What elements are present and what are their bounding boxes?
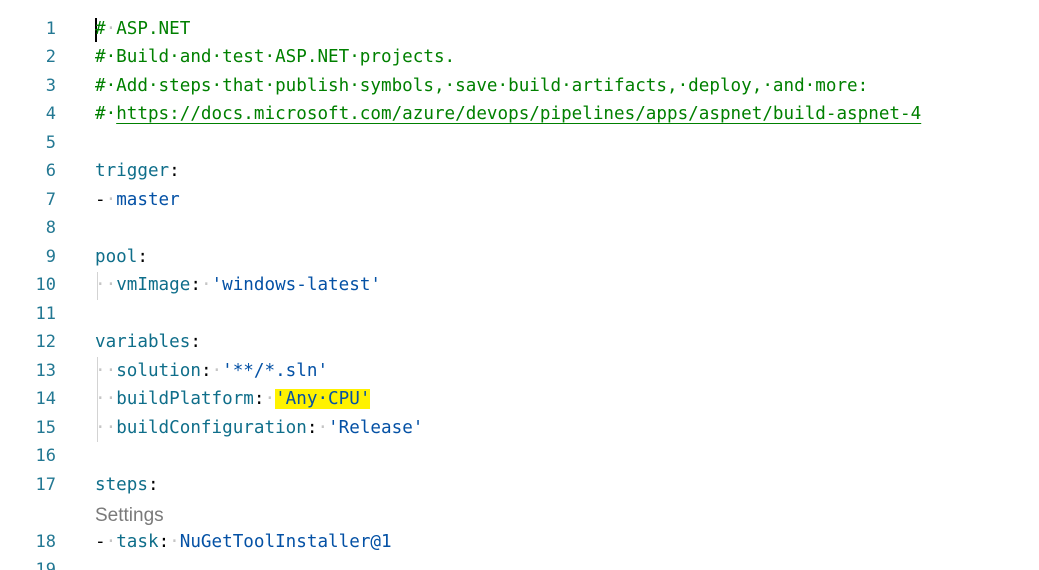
punctuation: : (306, 418, 318, 438)
whitespace-marker: · (211, 361, 223, 381)
code-line[interactable]: 6 trigger: (0, 157, 1039, 185)
code-line[interactable]: 18 -·task:·NuGetToolInstaller@1 (0, 528, 1039, 556)
code-line[interactable]: 13 ··solution:·'**/*.sln' (0, 357, 1039, 385)
whitespace-marker: ·· (95, 275, 117, 295)
line-number: 9 (45, 247, 56, 267)
line-content: #·Add·steps·that·publish·symbols,·save·b… (95, 72, 868, 100)
code-editor[interactable]: Settings 1 #·ASP.NET 2 #·Build·and·test·ASP… (0, 0, 1039, 570)
line-number: 15 (35, 418, 56, 438)
yaml-key: steps (95, 475, 148, 495)
whitespace-marker: · (105, 19, 117, 39)
line-content: #·ASP.NET (95, 15, 190, 43)
comment-text: #· (95, 104, 117, 124)
whitespace-marker: · (264, 389, 276, 409)
line-content: variables: (95, 328, 201, 356)
line-content: -·master (95, 186, 180, 214)
line-content: steps: (95, 471, 159, 499)
line-number: 6 (45, 161, 56, 181)
line-content: #·Build·and·test·ASP.NET·projects. (95, 43, 455, 71)
yaml-value: 'windows-latest' (211, 275, 382, 295)
line-number: 18 (35, 532, 56, 552)
line-number: 3 (45, 76, 56, 96)
line-number: 5 (45, 133, 56, 153)
line-content: -·task:·NuGetToolInstaller@1 (95, 528, 392, 556)
yaml-key: variables (95, 332, 191, 352)
yaml-key: task (116, 532, 159, 552)
line-number: 8 (45, 218, 56, 238)
whitespace-marker: · (317, 418, 329, 438)
comment-text: #·Build·and·test·ASP.NET·projects. (95, 47, 456, 67)
line-number: 4 (45, 104, 56, 124)
punctuation: : (158, 532, 170, 552)
comment-text: # (95, 19, 106, 39)
punctuation: : (200, 361, 212, 381)
code-line[interactable]: 15 ··buildConfiguration:·'Release' (0, 414, 1039, 442)
line-number: 12 (35, 332, 56, 352)
code-line[interactable]: 8 (0, 214, 1039, 242)
code-line[interactable]: 9 pool: (0, 243, 1039, 271)
code-line[interactable]: 11 (0, 300, 1039, 328)
punctuation: : (253, 389, 265, 409)
whitespace-marker: ·· (95, 361, 117, 381)
line-number: 19 (35, 560, 56, 570)
whitespace-marker: · (169, 532, 180, 552)
line-number: 14 (35, 389, 56, 409)
punctuation: : (190, 332, 201, 352)
punctuation: : (169, 161, 180, 181)
codelens-settings-link[interactable]: Settings (95, 502, 164, 530)
code-line[interactable]: 2 #·Build·and·test·ASP.NET·projects. (0, 43, 1039, 71)
code-line[interactable]: 16 (0, 442, 1039, 470)
code-line[interactable]: 1 #·ASP.NET (0, 15, 1039, 43)
line-number: 11 (35, 304, 56, 324)
line-content: #·https://docs.microsoft.com/azure/devop… (95, 100, 921, 128)
punctuation: : (137, 247, 148, 267)
whitespace-marker: · (200, 275, 212, 295)
line-number: 17 (35, 475, 56, 495)
line-number: 10 (35, 275, 56, 295)
comment-link[interactable]: https://docs.microsoft.com/azure/devops/… (116, 104, 921, 124)
whitespace-marker: ·· (95, 418, 117, 438)
punctuation: : (190, 275, 201, 295)
code-line[interactable]: 4 #·https://docs.microsoft.com/azure/devo… (0, 100, 1039, 128)
punctuation: : (147, 475, 159, 495)
line-content: ··buildConfiguration:·'Release' (95, 414, 423, 442)
punctuation: - (95, 532, 106, 552)
line-content: trigger: (95, 157, 180, 185)
yaml-key: vmImage (116, 275, 191, 295)
code-line[interactable]: 17 steps: (0, 471, 1039, 499)
yaml-key: solution (116, 361, 201, 381)
code-line[interactable]: 14 ··buildPlatform:·'Any·CPU' (0, 385, 1039, 413)
yaml-key: buildPlatform (116, 389, 254, 409)
punctuation: - (95, 190, 106, 210)
line-number: 13 (35, 361, 56, 381)
highlighted-value: 'Any·CPU' (275, 389, 371, 409)
line-content: ··buildPlatform:·'Any·CPU' (95, 385, 371, 413)
yaml-key: buildConfiguration (116, 418, 307, 438)
line-content: pool: (95, 243, 148, 271)
yaml-key: trigger (95, 161, 170, 181)
code-line[interactable]: 10 ··vmImage:·'windows-latest' (0, 271, 1039, 299)
line-content: ··solution:·'**/*.sln' (95, 357, 328, 385)
line-number: 1 (45, 19, 56, 39)
code-line[interactable]: 19 (0, 556, 1039, 570)
code-line[interactable]: 12 variables: (0, 328, 1039, 356)
comment-text: ASP.NET (116, 19, 191, 39)
whitespace-marker: · (105, 190, 117, 210)
line-number: 16 (35, 446, 56, 466)
line-content: ··vmImage:·'windows-latest' (95, 271, 381, 299)
code-line[interactable]: 3 #·Add·steps·that·publish·symbols,·save·… (0, 72, 1039, 100)
whitespace-marker: ·· (95, 389, 117, 409)
yaml-key: pool (95, 247, 138, 267)
yaml-value: NuGetToolInstaller@1 (179, 532, 392, 552)
yaml-value: '**/*.sln' (222, 361, 329, 381)
code-line[interactable]: 7 -·master (0, 186, 1039, 214)
line-number: 2 (45, 47, 56, 67)
yaml-value: 'Release' (328, 418, 424, 438)
whitespace-marker: · (105, 532, 117, 552)
code-line[interactable]: 5 (0, 129, 1039, 157)
comment-text: #·Add·steps·that·publish·symbols,·save·b… (95, 76, 869, 96)
line-number: 7 (45, 190, 56, 210)
yaml-value: master (116, 190, 180, 210)
